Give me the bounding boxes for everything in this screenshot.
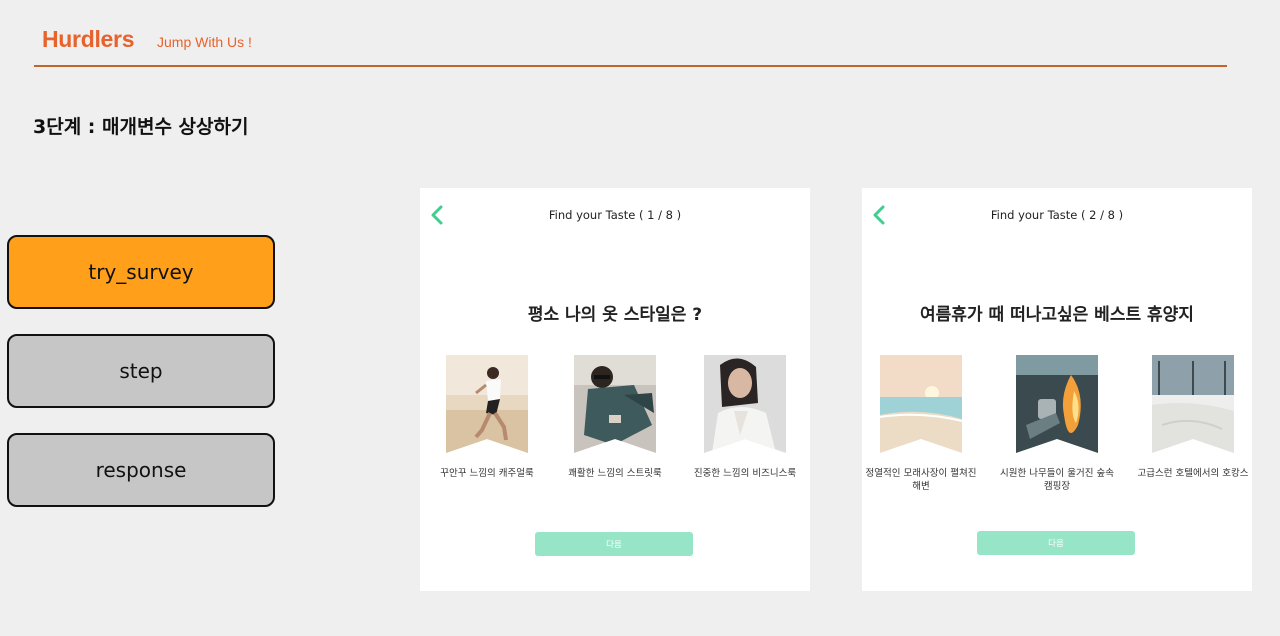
option-label: 고급스런 호텔에서의 호캉스 bbox=[1137, 468, 1249, 479]
response-button[interactable]: response bbox=[7, 433, 275, 507]
try-survey-button[interactable]: try_survey bbox=[7, 235, 275, 309]
survey-question: 평소 나의 옷 스타일은 ? bbox=[527, 305, 703, 325]
option-label: 진중한 느낌의 비즈니스룩 bbox=[693, 468, 797, 479]
panel-title: Find your Taste ( 1 / 8 ) bbox=[548, 208, 682, 222]
option-beach[interactable]: 정열적인 모래사장이 펼쳐진 해변 bbox=[856, 355, 986, 493]
brand-logo: Hurdlers bbox=[42, 26, 135, 52]
brand-tagline: Jump With Us ! bbox=[157, 34, 252, 50]
option-label: 시원한 나무들이 울거진 숲속 캠핑장 bbox=[1000, 468, 1114, 492]
step-label: step bbox=[119, 359, 163, 383]
next-button[interactable]: 다음 bbox=[977, 531, 1135, 555]
survey-panel-1: Find your Taste ( 1 / 8 ) 평소 나의 옷 스타일은 ?… bbox=[420, 188, 810, 591]
beach-sunset-photo bbox=[880, 355, 962, 453]
hotel-bed-photo bbox=[1152, 355, 1234, 453]
survey-question: 여름휴가 때 떠나고싶은 베스트 휴양지 bbox=[920, 305, 1194, 325]
option-camping[interactable]: 시원한 나무들이 울거진 숲속 캠핑장 bbox=[992, 355, 1122, 493]
next-button[interactable]: 다음 bbox=[535, 532, 693, 556]
step-button[interactable]: step bbox=[7, 334, 275, 408]
option-casual[interactable]: 꾸안꾸 느낌의 캐주얼룩 bbox=[422, 355, 552, 480]
option-label: 쾌활한 느낌의 스트릿룩 bbox=[568, 468, 662, 479]
option-label: 정열적인 모래사장이 펼쳐진 해변 bbox=[865, 468, 977, 492]
option-business[interactable]: 진중한 느낌의 비즈니스룩 bbox=[680, 355, 810, 480]
option-hotel[interactable]: 고급스런 호텔에서의 호캉스 bbox=[1128, 355, 1258, 480]
campfire-photo bbox=[1016, 355, 1098, 453]
street-style-man-photo bbox=[574, 355, 656, 453]
response-label: response bbox=[95, 458, 187, 482]
header-divider bbox=[34, 65, 1227, 67]
try-survey-label: try_survey bbox=[88, 260, 194, 284]
option-label: 꾸안꾸 느낌의 캐주얼룩 bbox=[440, 468, 534, 479]
survey-panel-2: Find your Taste ( 2 / 8 ) 여름휴가 때 떠나고싶은 베… bbox=[862, 188, 1252, 591]
business-woman-laughing-photo bbox=[704, 355, 786, 453]
panel-title: Find your Taste ( 2 / 8 ) bbox=[990, 208, 1124, 222]
page-title: 3단계 : 매개변수 상상하기 bbox=[33, 116, 249, 138]
casual-woman-running-photo bbox=[446, 355, 528, 453]
option-street[interactable]: 쾌활한 느낌의 스트릿룩 bbox=[550, 355, 680, 480]
